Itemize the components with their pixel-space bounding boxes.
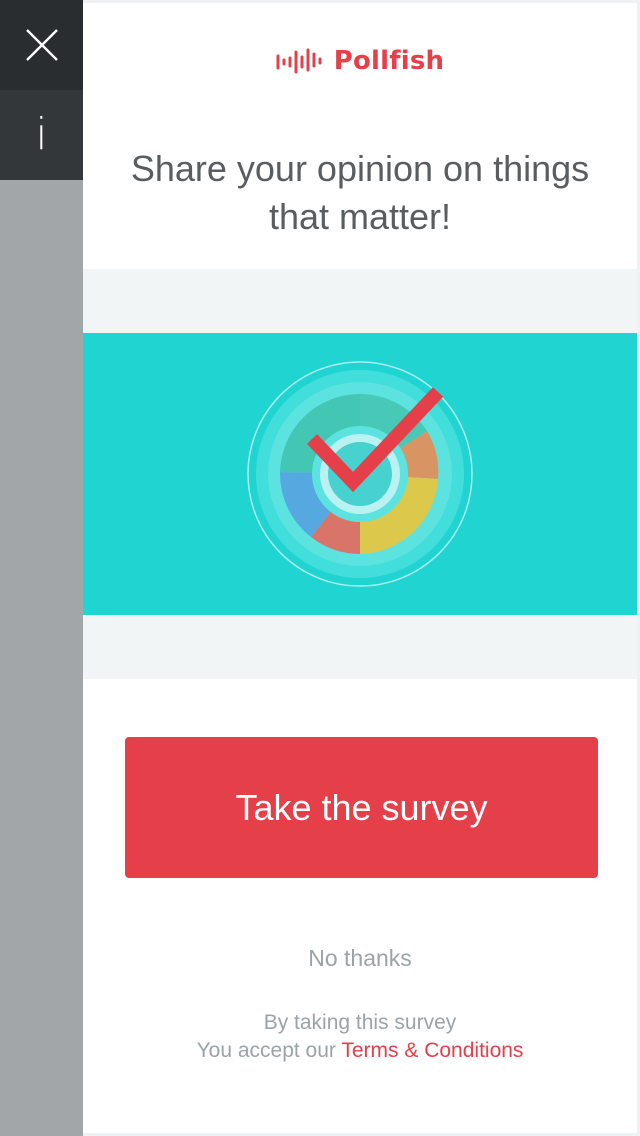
close-icon xyxy=(25,29,58,61)
disclaimer-line-2: You accept our Terms & Conditions xyxy=(83,1037,637,1065)
terms-disclaimer: By taking this survey You accept our Ter… xyxy=(83,1009,637,1065)
brand-name: Pollfish xyxy=(333,46,445,76)
info-icon: i xyxy=(35,109,48,160)
headline: Share your opinion on things that matter… xyxy=(130,148,590,237)
terms-link[interactable]: Terms & Conditions xyxy=(341,1039,523,1062)
close-button[interactable] xyxy=(0,0,83,90)
survey-checkmark-chart-icon xyxy=(247,361,473,587)
take-survey-button[interactable]: Take the survey xyxy=(125,737,598,878)
disclaimer-line-1: By taking this survey xyxy=(263,1011,457,1034)
divider-band-bottom xyxy=(83,615,637,679)
info-button[interactable]: i xyxy=(0,90,83,180)
brand-logo: Pollfish xyxy=(83,43,637,79)
no-thanks-link[interactable]: No thanks xyxy=(83,945,637,972)
soundwave-icon xyxy=(276,48,322,74)
survey-panel: Pollfish Share your opinion on things th… xyxy=(83,0,640,1136)
disclaimer-prefix: You accept our xyxy=(196,1039,342,1062)
hero-banner xyxy=(83,333,637,615)
divider-band-top xyxy=(83,269,637,333)
